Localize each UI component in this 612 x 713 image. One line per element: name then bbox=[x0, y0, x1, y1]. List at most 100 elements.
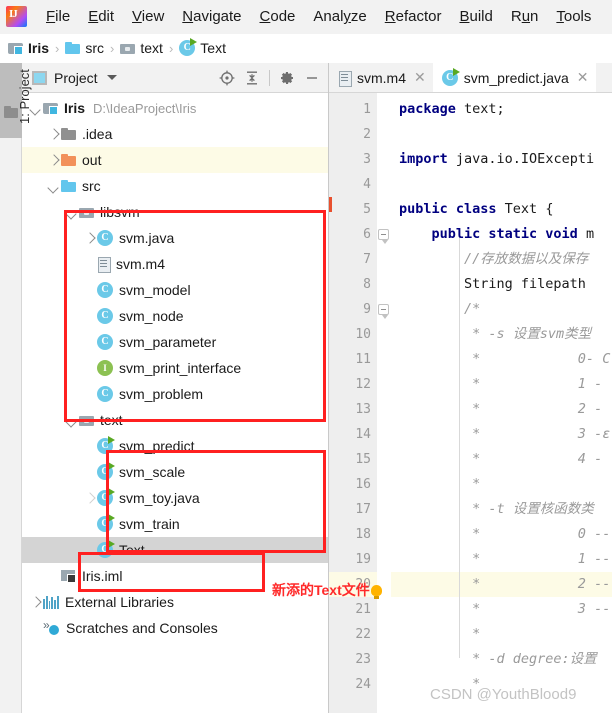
code-line[interactable]: * -s 设置svm类型 bbox=[391, 322, 612, 347]
code-line[interactable]: * 3 -ε bbox=[391, 422, 612, 447]
tree-row[interactable]: .idea bbox=[22, 121, 328, 147]
code-editor[interactable]: 1 2 3 4 5 6 7 8 9 10 11 12 13 14 15 16 17 18 19 20 21 22 23 24 … bbox=[329, 93, 612, 713]
line-number[interactable]: 12 bbox=[329, 372, 377, 397]
menu-item-view[interactable]: View bbox=[123, 6, 173, 27]
code-line[interactable]: * 0- C bbox=[391, 347, 612, 372]
line-number[interactable]: 15 bbox=[329, 447, 377, 472]
settings-gear-icon[interactable] bbox=[279, 70, 295, 86]
code-folding-column[interactable] bbox=[377, 93, 391, 713]
chevron-right-icon[interactable] bbox=[48, 155, 59, 166]
fold-collapse-icon[interactable] bbox=[378, 304, 389, 319]
breadcrumb[interactable]: Iris › src › text › C Text bbox=[0, 34, 612, 63]
code-line[interactable]: * bbox=[391, 622, 612, 647]
line-number[interactable]: 22 bbox=[329, 622, 377, 647]
menu-item-build[interactable]: Build bbox=[450, 6, 501, 27]
menu-item-code[interactable]: Code bbox=[251, 6, 305, 27]
line-number[interactable]: 18 bbox=[329, 522, 377, 547]
line-number[interactable]: 13 bbox=[329, 397, 377, 422]
code-line[interactable]: * bbox=[391, 472, 612, 497]
code-line[interactable]: * 1 - bbox=[391, 372, 612, 397]
project-tree[interactable]: Iris D:\IdeaProject\Iris .idea out src libsvm… bbox=[22, 93, 328, 713]
chevron-right-icon[interactable] bbox=[84, 233, 95, 244]
tree-row[interactable]: src bbox=[22, 173, 328, 199]
line-number[interactable]: 2 bbox=[329, 122, 377, 147]
menu-item-navigate[interactable]: Navigate bbox=[173, 6, 250, 27]
tree-row[interactable]: Isvm_print_interface bbox=[22, 355, 328, 381]
tree-row[interactable]: svm.m4 bbox=[22, 251, 328, 277]
code-line[interactable] bbox=[391, 172, 612, 197]
menu-item-analyze[interactable]: Analyze bbox=[304, 6, 375, 27]
line-number[interactable]: 23 bbox=[329, 647, 377, 672]
line-number[interactable]: 4 bbox=[329, 172, 377, 197]
code-line[interactable]: package text; bbox=[391, 97, 612, 122]
close-icon[interactable]: ✕ bbox=[577, 69, 589, 86]
tree-row[interactable]: libsvm bbox=[22, 199, 328, 225]
tree-row[interactable]: C Text bbox=[22, 537, 328, 563]
code-line[interactable]: * 2 - bbox=[391, 397, 612, 422]
code-line[interactable]: /* bbox=[391, 297, 612, 322]
line-number-gutter[interactable]: 1 2 3 4 5 6 7 8 9 10 11 12 13 14 15 16 17 18 19 20 21 22 23 24 bbox=[329, 93, 391, 713]
chevron-down-icon[interactable] bbox=[66, 207, 77, 218]
collapse-all-icon[interactable] bbox=[244, 70, 260, 86]
line-number[interactable]: 9 bbox=[329, 297, 377, 322]
line-number[interactable]: 14 bbox=[329, 422, 377, 447]
line-number[interactable]: 5 bbox=[329, 197, 391, 222]
breadcrumb-item-iris[interactable]: Iris bbox=[8, 40, 49, 56]
line-number[interactable]: 21 bbox=[329, 597, 377, 622]
editor-tab-svm-m4[interactable]: svm.m4 ✕ bbox=[329, 63, 433, 92]
code-line[interactable] bbox=[391, 122, 612, 147]
code-line[interactable]: String filepath bbox=[391, 272, 612, 297]
tree-row[interactable]: Csvm.java bbox=[22, 225, 328, 251]
code-line[interactable]: * 4 - bbox=[391, 447, 612, 472]
line-number[interactable]: 17 bbox=[329, 497, 377, 522]
line-number[interactable]: 19 bbox=[329, 547, 377, 572]
fold-collapse-icon[interactable] bbox=[378, 229, 389, 244]
chevron-right-icon[interactable] bbox=[84, 493, 95, 504]
chevron-down-icon[interactable] bbox=[48, 181, 59, 192]
line-number[interactable]: 16 bbox=[329, 472, 377, 497]
tree-row[interactable]: Csvm_problem bbox=[22, 381, 328, 407]
line-number[interactable]: 6 bbox=[329, 222, 391, 247]
chevron-down-icon[interactable] bbox=[30, 103, 41, 114]
tree-row[interactable]: Csvm_parameter bbox=[22, 329, 328, 355]
chevron-down-icon[interactable] bbox=[66, 415, 77, 426]
breadcrumb-item-text[interactable]: C Text bbox=[179, 38, 226, 56]
code-line[interactable]: * 0 -- bbox=[391, 522, 612, 547]
tree-row[interactable]: Csvm_toy.java bbox=[22, 485, 328, 511]
menu-item-refactor[interactable]: Refactor bbox=[376, 6, 451, 27]
line-number[interactable]: 24 bbox=[329, 672, 377, 697]
chevron-down-icon[interactable] bbox=[106, 75, 117, 80]
tree-row[interactable]: Iris D:\IdeaProject\Iris bbox=[22, 95, 328, 121]
tree-row[interactable]: Csvm_scale bbox=[22, 459, 328, 485]
tree-row[interactable]: Csvm_predict bbox=[22, 433, 328, 459]
code-line[interactable]: * -t 设置核函数类 bbox=[391, 497, 612, 522]
line-number[interactable]: 11 bbox=[329, 347, 377, 372]
close-icon[interactable]: ✕ bbox=[414, 69, 426, 86]
code-line[interactable]: public static void m bbox=[391, 222, 612, 247]
line-number[interactable]: 8 bbox=[329, 272, 377, 297]
line-number[interactable]: 10 bbox=[329, 322, 377, 347]
locate-target-icon[interactable] bbox=[219, 70, 235, 86]
menu-item-tools[interactable]: Tools bbox=[547, 6, 600, 27]
code-line[interactable]: import java.io.IOExcepti bbox=[391, 147, 612, 172]
code-line[interactable]: public class Text { bbox=[391, 197, 612, 222]
menu-item-file[interactable]: File bbox=[37, 6, 79, 27]
chevron-right-icon[interactable] bbox=[30, 597, 41, 608]
editor-tab-svm-predict-java[interactable]: Csvm_predict.java ✕ bbox=[432, 63, 596, 92]
code-content[interactable]: package text; import java.io.IOExcepti pub… bbox=[391, 93, 612, 713]
code-line[interactable]: //存放数据以及保存 bbox=[391, 247, 612, 272]
code-line[interactable]: * 1 -- bbox=[391, 547, 612, 572]
line-number[interactable]: 3 bbox=[329, 147, 377, 172]
menu-bar[interactable]: FileEditViewNavigateCodeAnalyzeRefactorB… bbox=[0, 0, 612, 34]
hide-panel-icon[interactable] bbox=[304, 70, 320, 86]
line-number[interactable]: 1 bbox=[329, 97, 377, 122]
code-line[interactable]: * 2 -- bbox=[391, 572, 612, 597]
tree-row[interactable]: Csvm_node bbox=[22, 303, 328, 329]
code-line[interactable]: * -d degree:设置 bbox=[391, 647, 612, 672]
tree-row[interactable]: Csvm_train bbox=[22, 511, 328, 537]
line-number[interactable]: 7 bbox=[329, 247, 377, 272]
menu-item-edit[interactable]: Edit bbox=[79, 6, 123, 27]
tree-row[interactable]: Scratches and Consoles bbox=[22, 615, 328, 641]
tree-row[interactable]: text bbox=[22, 407, 328, 433]
menu-item-run[interactable]: Run bbox=[502, 6, 548, 27]
